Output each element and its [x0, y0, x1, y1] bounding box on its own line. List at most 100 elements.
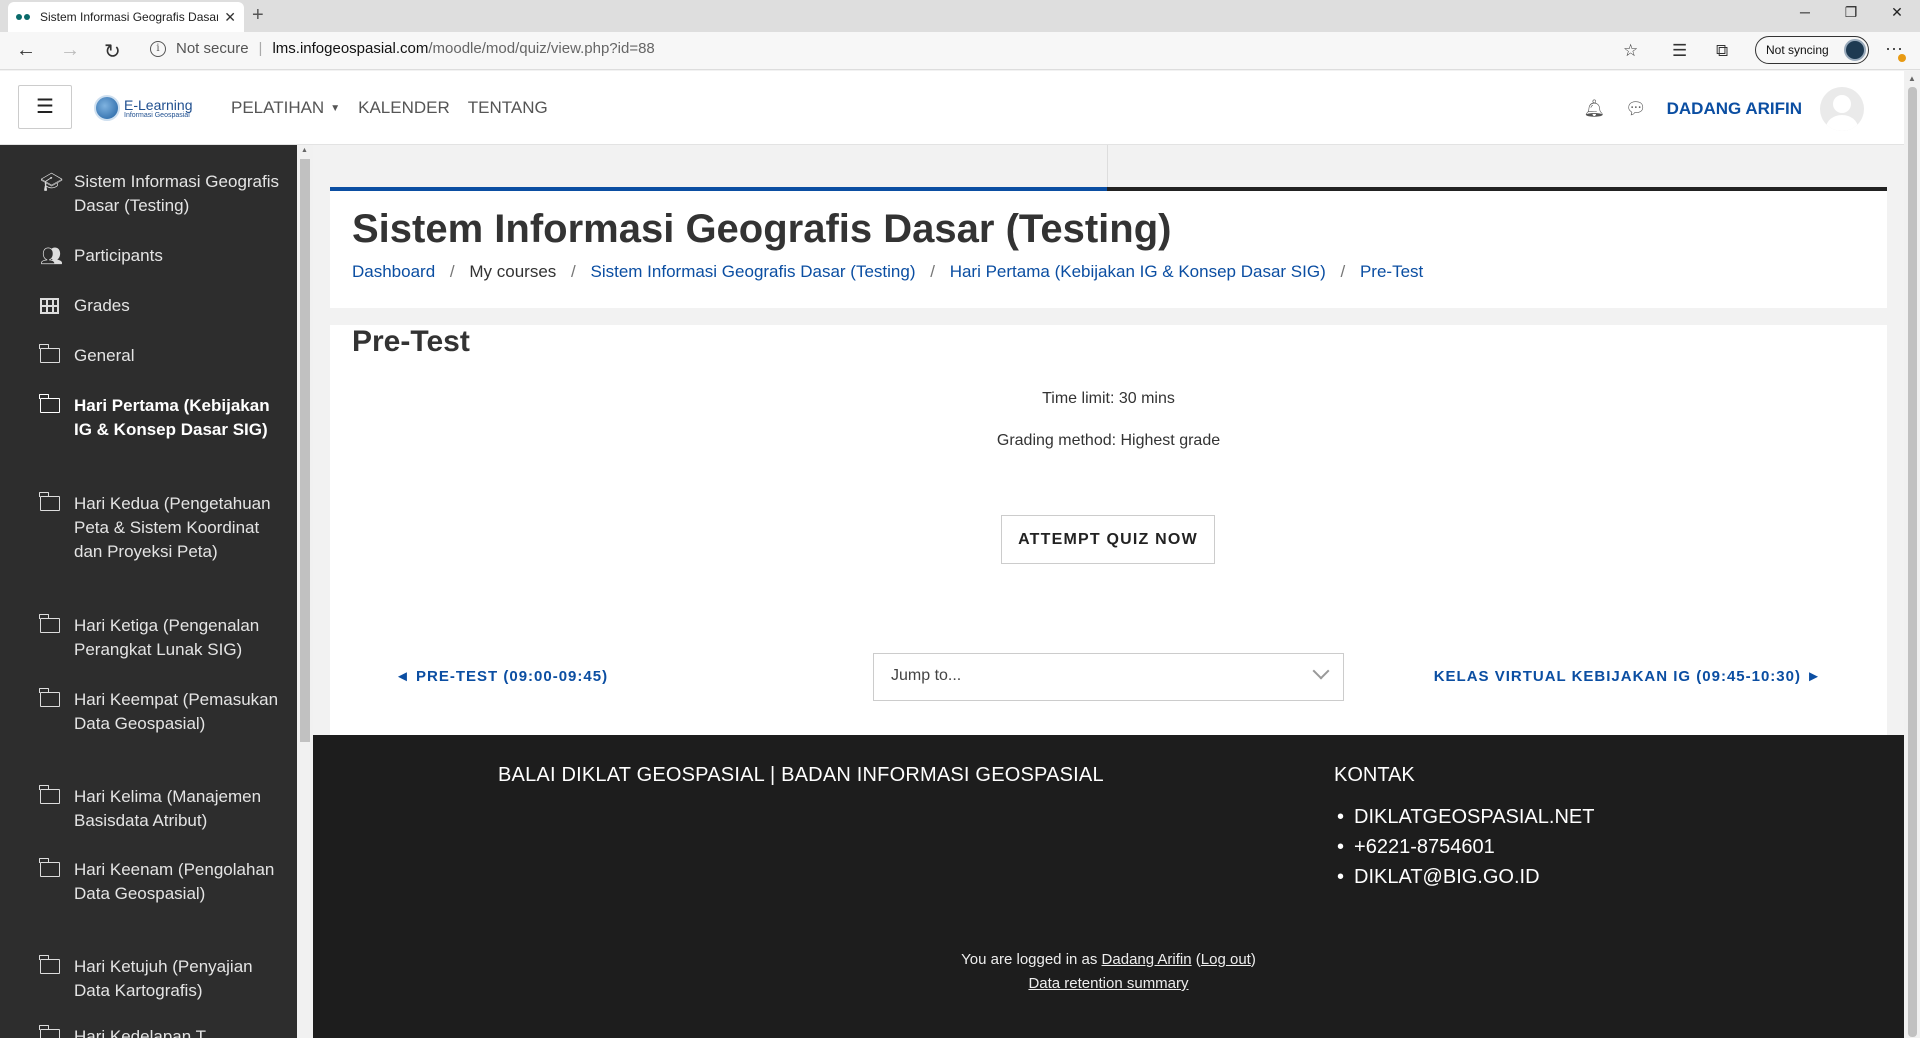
close-window-icon[interactable]: ✕ [1874, 0, 1920, 32]
window-controls: ─ ❐ ✕ [1782, 0, 1920, 32]
footer-org-name: BALAI DIKLAT GEOSPASIAL | BADAN INFORMAS… [498, 764, 1104, 786]
reload-icon[interactable]: ↻ [104, 39, 121, 64]
next-activity-link[interactable]: KELAS VIRTUAL KEBIJAKAN IG (09:45-10:30)… [1434, 668, 1822, 685]
forward-arrow-icon[interactable]: → [60, 39, 80, 62]
sidebar-item-hari-keenam[interactable]: Hari Keenam (Pengolahan Data Geospasial) [39, 858, 280, 906]
sidebar-item-label: Participants [74, 246, 163, 265]
restore-icon[interactable]: ❐ [1828, 0, 1874, 32]
profile-link[interactable]: Dadang Arifin [1102, 951, 1192, 968]
sidebar-item-general[interactable]: General [39, 344, 280, 369]
url-field[interactable]: i Not secure | lms.infogeospasial.com /m… [150, 40, 655, 57]
breadcrumb-separator: / [449, 262, 455, 281]
grading-method: Grading method: Highest grade [996, 432, 1221, 449]
top-divider [1107, 145, 1108, 190]
quiz-card: Pre-Test Time limit: 30 mins Grading met… [330, 325, 1887, 735]
security-status: Not secure [176, 40, 249, 57]
collections-icon[interactable]: ⧉ [1716, 41, 1728, 61]
bell-icon[interactable]: 🔔︎ [1583, 99, 1605, 119]
page-footer: BALAI DIKLAT GEOSPASIAL | BADAN INFORMAS… [313, 735, 1904, 1038]
breadcrumb-current[interactable]: Pre-Test [1360, 262, 1423, 281]
info-icon[interactable]: i [150, 40, 166, 57]
caret-down-icon: ▼ [330, 103, 341, 115]
sidebar-scrollbar[interactable]: ▲ [297, 145, 313, 1038]
sidebar-scroll-thumb[interactable] [300, 159, 310, 742]
sidebar-item-hari-kelima[interactable]: Hari Kelima (Manajemen Basisdata Atribut… [39, 785, 280, 833]
data-retention-link[interactable]: Data retention summary [1028, 975, 1188, 992]
menu-tentang[interactable]: TENTANG [468, 98, 548, 118]
site-navbar: ☰ E-Learning Informasi Geospasial PELATI… [0, 71, 1904, 145]
sidebar-item-label: Hari Kedelapan T... [74, 1027, 219, 1038]
breadcrumb-section[interactable]: Hari Pertama (Kebijakan IG & Konsep Dasa… [950, 262, 1326, 281]
minimize-icon[interactable]: ─ [1782, 0, 1828, 32]
tab-title: Sistem Informasi Geografis Dasar [40, 10, 219, 24]
address-bar: ← → ↻ i Not secure | lms.infogeospasial.… [0, 32, 1920, 70]
retention-row: Data retention summary [313, 975, 1904, 992]
breadcrumb-separator: / [930, 262, 935, 281]
folder-icon [39, 1025, 74, 1038]
login-info: You are logged in as Dadang Arifin (Log … [961, 951, 1256, 968]
menu-pelatihan-label: PELATIHAN [231, 98, 325, 117]
sidebar-item-label: Hari Keenam (Pengolahan Data Geospasial) [74, 860, 275, 903]
contact-email: DIKLAT@BIG.GO.ID [1334, 862, 1594, 892]
contact-list: DIKLATGEOSPASIAL.NET +6221-8754601 DIKLA… [1334, 802, 1594, 892]
sidebar-item-hari-kedua[interactable]: Hari Kedua (Pengetahuan Peta & Sistem Ko… [39, 492, 280, 564]
browser-tab[interactable]: Sistem Informasi Geografis Dasar ✕ [8, 2, 244, 32]
avatar[interactable] [1820, 87, 1864, 131]
sync-label: Not syncing [1766, 43, 1829, 57]
breadcrumb: Dashboard / My courses / Sistem Informas… [352, 262, 1423, 282]
scroll-up-arrow-icon[interactable]: ▲ [1908, 74, 1916, 83]
folder-icon [39, 688, 74, 736]
sidebar-item-label: Hari Keempat (Pemasukan Data Geospasial) [74, 690, 279, 733]
folder-icon [39, 394, 74, 442]
page-scrollbar[interactable]: ▲ [1904, 71, 1920, 1038]
breadcrumb-separator: / [571, 262, 576, 281]
favorite-star-icon[interactable]: ☆ [1623, 41, 1638, 61]
folder-icon [39, 492, 74, 564]
browser-tab-bar: Sistem Informasi Geografis Dasar ✕ + ─ ❐… [0, 0, 1920, 32]
logo-line2: Informasi Geospasial [124, 111, 190, 119]
hamburger-menu-icon[interactable]: ☰ [18, 85, 72, 129]
sidebar-item-label: Grades [74, 296, 130, 315]
breadcrumb-course[interactable]: Sistem Informasi Geografis Dasar (Testin… [591, 262, 916, 281]
menu-pelatihan[interactable]: PELATIHAN ▼ [231, 98, 340, 118]
tab-close-icon[interactable]: ✕ [224, 9, 236, 26]
footer-contact-heading: KONTAK [1334, 764, 1415, 786]
page-title: Sistem Informasi Geografis Dasar (Testin… [352, 207, 1172, 251]
new-tab-icon[interactable]: + [252, 4, 264, 27]
graduation-cap-icon: 🎓︎ [40, 172, 63, 192]
globe-logo-icon [94, 95, 120, 121]
logo-text: E-Learning Informasi Geospasial [124, 98, 193, 119]
sidebar-item-hari-pertama[interactable]: Hari Pertama (Kebijakan IG & Konsep Dasa… [39, 394, 280, 442]
sidebar-item-participants[interactable]: 👥︎ Participants [40, 244, 280, 268]
sidebar-item-course[interactable]: 🎓︎ Sistem Informasi Geografis Dasar (Tes… [40, 170, 280, 218]
sidebar-item-hari-ketiga[interactable]: Hari Ketiga (Pengenalan Perangkat Lunak … [39, 614, 280, 662]
user-area: 🔔︎ 💬︎ DADANG ARIFIN [1583, 87, 1864, 131]
sidebar-item-grades[interactable]: Grades [40, 294, 280, 320]
folder-icon [39, 858, 74, 906]
breadcrumb-my-courses: My courses [469, 262, 557, 281]
chevron-down-icon [1312, 662, 1330, 680]
page-header: Sistem Informasi Geografis Dasar (Testin… [330, 187, 1887, 308]
breadcrumb-dashboard[interactable]: Dashboard [352, 262, 435, 281]
logout-link[interactable]: Log out [1201, 951, 1251, 968]
favorites-list-icon[interactable]: ☰ [1672, 41, 1687, 61]
site-logo[interactable]: E-Learning Informasi Geospasial [94, 95, 193, 121]
sidebar-item-hari-ketujuh[interactable]: Hari Ketujuh (Penyajian Data Kartografis… [39, 955, 280, 1003]
chat-icon[interactable]: 💬︎ [1625, 99, 1647, 119]
contact-website: DIKLATGEOSPASIAL.NET [1334, 802, 1594, 832]
contact-phone: +6221-8754601 [1334, 832, 1594, 862]
menu-kalender[interactable]: KALENDER [358, 98, 450, 118]
update-badge [1898, 54, 1906, 62]
sidebar-item-hari-keempat[interactable]: Hari Keempat (Pemasukan Data Geospasial) [39, 688, 280, 736]
attempt-quiz-button[interactable]: ATTEMPT QUIZ NOW [1001, 515, 1215, 564]
sync-button[interactable]: Not syncing [1755, 36, 1869, 64]
sidebar-item-label: Hari Ketiga (Pengenalan Perangkat Lunak … [74, 616, 260, 659]
jump-to-select[interactable]: Jump to... [873, 653, 1344, 701]
back-arrow-icon[interactable]: ← [16, 39, 36, 62]
sidebar-scroll-up-icon[interactable]: ▲ [301, 147, 308, 154]
folder-icon [39, 614, 74, 662]
page-scroll-thumb[interactable] [1908, 87, 1917, 1037]
user-name[interactable]: DADANG ARIFIN [1667, 99, 1802, 119]
prev-activity-link[interactable]: ◄ PRE-TEST (09:00-09:45) [395, 668, 608, 685]
sidebar-item-hari-kedelapan[interactable]: Hari Kedelapan T... [39, 1025, 280, 1038]
